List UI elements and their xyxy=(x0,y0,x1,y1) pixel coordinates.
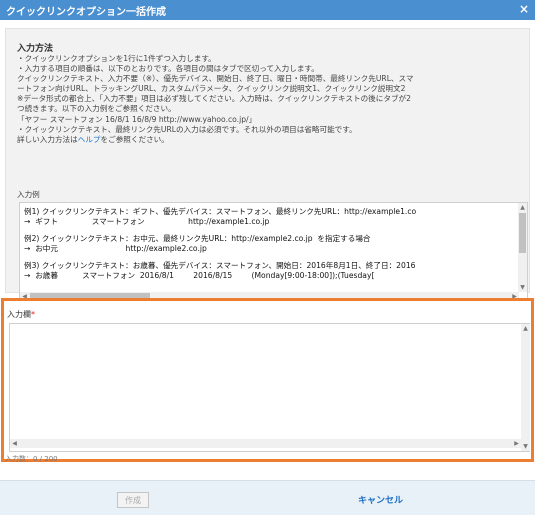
input-horizontal-scrollbar[interactable]: ◀ ▶ xyxy=(10,439,521,448)
instruction-line: ートフォン向けURL、トラッキングURL、カスタムパラメータ、クイックリンク説明… xyxy=(17,84,406,94)
instruction-line: ・入力する項目の順番は、以下のとおりです。各項目の間はタブで区切って入力します。 xyxy=(17,64,319,74)
bulk-input-field[interactable] xyxy=(9,323,530,452)
example-line: 例3) クイックリンクテキスト：お歳暮、優先デバイス：スマートフォン、開始日：2… xyxy=(24,261,416,270)
instructions-text: ・クイックリンクオプションを1行に1件ずつ入力します。 ・入力する項目の順番は、… xyxy=(17,54,525,145)
scroll-up-icon[interactable]: ▲ xyxy=(521,324,530,333)
example-line: → お中元 http://example2.co.jp xyxy=(24,244,207,253)
create-button[interactable]: 作成 xyxy=(117,492,149,508)
instruction-line: 「ヤフー スマートフォン 16/8/1 16/8/9 http://www.ya… xyxy=(17,114,257,124)
input-section: 入力欄* ▲ ▼ ◀ ▶ xyxy=(1,298,534,462)
example-line: 例2) クイックリンクテキスト：お中元、最終リンク先URL：http://exa… xyxy=(24,234,371,243)
example-label: 入力例 xyxy=(17,190,40,199)
close-icon[interactable]: × xyxy=(519,2,529,16)
instruction-line: ・クイックリンクオプションを1行に1件ずつ入力します。 xyxy=(17,54,216,63)
instruction-line: ※データ形式の都合上、「入力不要」項目は必ず残してください。入力時は、クイックリ… xyxy=(17,94,411,104)
scroll-down-icon[interactable]: ▼ xyxy=(521,442,530,451)
help-suffix: をご参照ください。 xyxy=(100,134,169,144)
example-line: 例1) クイックリンクテキスト：ギフト、優先デバイス：スマートフォン、最終リンク… xyxy=(24,207,417,216)
input-label: 入力欄* xyxy=(7,309,35,320)
required-mark: * xyxy=(31,310,35,319)
instructions-heading: 入力方法 xyxy=(17,44,54,54)
scroll-up-icon[interactable]: ▲ xyxy=(518,203,527,212)
example-box: 例1) クイックリンクテキスト：ギフト、優先デバイス：スマートフォン、最終リンク… xyxy=(19,202,528,302)
cancel-button[interactable]: キャンセル xyxy=(358,493,403,506)
scroll-down-icon[interactable]: ▼ xyxy=(518,283,527,292)
example-vertical-scrollbar[interactable]: ▲ ▼ xyxy=(518,203,527,292)
help-line: 詳しい入力方法はヘルプをご参照ください。 xyxy=(17,135,525,145)
dialog-title: クイックリンクオプション一括作成 xyxy=(6,7,166,18)
example-line: → ギフト スマートフォン http://example1.co.jp xyxy=(24,217,270,226)
input-vertical-scrollbar[interactable]: ▲ ▼ xyxy=(521,324,530,451)
help-prefix: 詳しい入力方法は xyxy=(17,134,78,144)
input-counter: 入力数：0 / 200 xyxy=(5,455,58,463)
scroll-right-icon[interactable]: ▶ xyxy=(512,439,521,448)
example-line: → お歳暮 スマートフォン 2016/8/1 2016/8/15 (Monday… xyxy=(24,271,375,280)
scroll-left-icon[interactable]: ◀ xyxy=(10,439,19,448)
dialog-footer: 作成 キャンセル xyxy=(0,480,535,515)
instruction-line: つ続きます。以下の入力例をご参照ください。 xyxy=(17,104,176,114)
scroll-thumb[interactable] xyxy=(519,213,526,253)
example-content: 例1) クイックリンクテキスト：ギフト、優先デバイス：スマートフォン、最終リンク… xyxy=(24,207,519,285)
help-link[interactable]: ヘルプ xyxy=(78,135,101,144)
instructions-panel: 入力方法 ・クイックリンクオプションを1行に1件ずつ入力します。 ・入力する項目… xyxy=(5,28,530,302)
instruction-line: クイックリンクテキスト、入力不要（※）、優先デバイス、開始日、終了日、曜日・時間… xyxy=(17,74,414,84)
dialog-titlebar: クイックリンクオプション一括作成 × xyxy=(0,0,535,20)
input-label-text: 入力欄 xyxy=(7,310,31,319)
instruction-line: ・クイックリンクテキスト、最終リンク先URLの入力は必須です。それ以外の項目は省… xyxy=(17,124,357,134)
